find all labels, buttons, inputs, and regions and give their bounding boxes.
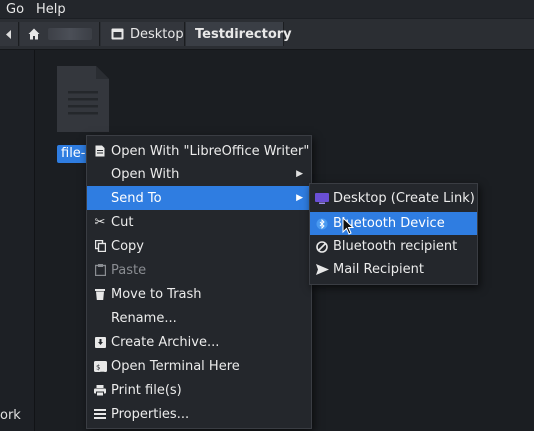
paste-icon [93, 263, 107, 277]
submenu-item-label: Desktop (Create Link) [333, 191, 475, 206]
home-icon [28, 28, 40, 40]
submenu-item-label: Mail Recipient [333, 262, 424, 277]
menu-help[interactable]: Help [30, 2, 72, 17]
bluetooth-icon [315, 217, 329, 231]
menu-item-label: Print file(s) [111, 382, 182, 398]
breadcrumb-desktop[interactable]: Desktop [101, 22, 185, 46]
menu-item-label: Create Archive... [111, 334, 220, 350]
submenu-arrow-icon: ▶ [296, 193, 303, 203]
menu-item-label: Move to Trash [111, 286, 202, 302]
chevron-left-icon [6, 29, 11, 39]
send-icon [315, 263, 329, 277]
block-icon [315, 240, 329, 254]
menu-item-paste[interactable]: Paste [87, 258, 311, 282]
menu-item-label: Open With [111, 166, 180, 182]
menu-item-copy[interactable]: Copy [87, 234, 311, 258]
redacted-username [48, 28, 92, 40]
copy-icon [93, 239, 107, 253]
breadcrumb-current-label: Testdirectory [195, 26, 292, 42]
menu-item-open-terminal[interactable]: $_ Open Terminal Here [87, 354, 311, 378]
menu-item-move-to-trash[interactable]: Move to Trash [87, 282, 311, 306]
breadcrumb-current[interactable]: Testdirectory [186, 22, 292, 46]
submenu-item-mail-recipient[interactable]: Mail Recipient [310, 258, 477, 281]
properties-icon [93, 407, 107, 421]
sidebar-item-network-label[interactable]: ork [0, 408, 21, 423]
breadcrumb-home[interactable] [20, 22, 100, 46]
submenu-arrow-icon: ▶ [296, 169, 303, 179]
folder-icon [111, 28, 124, 40]
menu-go[interactable]: Go [0, 2, 30, 17]
menu-item-print[interactable]: Print file(s) [87, 378, 311, 402]
menu-item-label: Open Terminal Here [111, 358, 240, 374]
archive-icon [93, 335, 107, 349]
context-menu: Open With "LibreOffice Writer" Open With… [86, 135, 312, 429]
path-scroll-left-button[interactable] [0, 22, 19, 46]
send-to-submenu: Desktop (Create Link) Bluetooth Device B… [309, 183, 478, 285]
menu-item-label: Rename... [111, 310, 177, 326]
document-icon [93, 144, 107, 158]
menu-item-properties[interactable]: Properties... [87, 402, 311, 426]
menu-item-label: Paste [111, 262, 147, 278]
path-bar: Desktop Testdirectory [0, 19, 534, 50]
file-manager-window: Go Help Desktop Testdirectory ork file-1 [0, 0, 534, 431]
submenu-item-bluetooth-recipient[interactable]: Bluetooth recipient [310, 235, 477, 258]
submenu-item-desktop-link[interactable]: Desktop (Create Link) [310, 187, 477, 210]
desktop-icon [315, 192, 329, 206]
menu-item-create-archive[interactable]: Create Archive... [87, 330, 311, 354]
menu-item-label: Open With "LibreOffice Writer" [111, 143, 310, 159]
sidebar: ork [0, 50, 35, 431]
svg-text:$_: $_ [96, 363, 105, 371]
submenu-item-bluetooth-device[interactable]: Bluetooth Device [310, 212, 477, 235]
printer-icon [93, 383, 107, 397]
breadcrumb-desktop-label: Desktop [130, 26, 184, 42]
menu-item-open-with[interactable]: Open With ▶ [87, 162, 311, 186]
text-file-icon[interactable] [56, 65, 110, 133]
trash-icon [93, 287, 107, 301]
menu-item-label: Send To [111, 190, 162, 206]
terminal-icon: $_ [93, 359, 107, 373]
menubar: Go Help [0, 0, 534, 18]
menu-item-rename[interactable]: Rename... [87, 306, 311, 330]
scissors-icon: ✂ [94, 214, 106, 230]
menu-item-label: Copy [111, 238, 144, 254]
menu-item-open-with-libreoffice[interactable]: Open With "LibreOffice Writer" [87, 139, 311, 163]
menu-item-send-to[interactable]: Send To ▶ [87, 186, 311, 210]
submenu-item-label: Bluetooth recipient [333, 239, 458, 254]
menu-item-cut[interactable]: ✂ Cut [87, 210, 311, 234]
mouse-cursor-icon [342, 217, 354, 235]
menu-item-label: Cut [111, 214, 134, 230]
menu-item-label: Properties... [111, 406, 190, 422]
